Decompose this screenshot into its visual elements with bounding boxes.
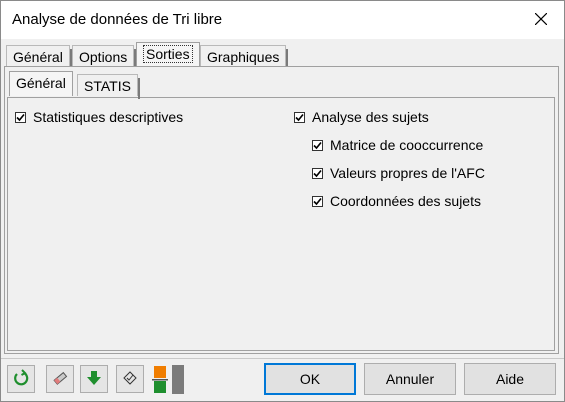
checkbox-statistiques-descriptives[interactable]: Statistiques descriptives xyxy=(15,109,183,125)
reset-icon xyxy=(12,368,30,390)
close-button[interactable] xyxy=(518,1,564,39)
ok-button[interactable]: OK xyxy=(264,363,356,395)
checkbox-label: Statistiques descriptives xyxy=(33,109,184,125)
subtab-panel xyxy=(7,97,555,351)
ok-label: OK xyxy=(299,371,321,387)
cancel-button[interactable]: Annuler xyxy=(364,363,456,395)
tab-options-label: Options xyxy=(79,49,128,65)
help-label: Aide xyxy=(495,371,525,387)
checkbox-label: Analyse des sujets xyxy=(312,109,429,125)
orange-green-toggle[interactable] xyxy=(151,364,187,395)
eraser-button[interactable] xyxy=(46,365,74,393)
checkbox-matrice-cooccurrence[interactable]: Matrice de cooccurrence xyxy=(312,137,483,153)
checkbox-label: Valeurs propres de l'AFC xyxy=(330,165,485,181)
tab-graphiques[interactable]: Graphiques xyxy=(200,45,289,70)
window-title: Analyse de données de Tri libre xyxy=(12,11,223,28)
download-button[interactable] xyxy=(80,365,108,393)
checkbox-label: Coordonnées des sujets xyxy=(330,193,481,209)
close-icon xyxy=(534,12,548,28)
cancel-label: Annuler xyxy=(385,371,435,387)
tab-graphiques-label: Graphiques xyxy=(207,49,280,65)
help-button[interactable]: Aide xyxy=(464,363,556,395)
checkbox-box[interactable] xyxy=(312,167,323,179)
subtab-general-label: Général xyxy=(16,75,66,91)
checkbox-box[interactable] xyxy=(312,195,323,207)
orange-green-toggle-icon xyxy=(151,365,187,398)
checkbox-box[interactable] xyxy=(312,139,323,151)
subtab-general[interactable]: Général xyxy=(9,71,73,96)
download-arrow-icon xyxy=(85,369,103,390)
title-bar: Analyse de données de Tri libre xyxy=(1,1,564,39)
tab-sorties[interactable]: Sorties xyxy=(136,42,200,67)
checkbox-label: Matrice de cooccurrence xyxy=(330,137,484,153)
checkbox-coordonnees-sujets[interactable]: Coordonnées des sujets xyxy=(312,193,481,209)
deselect-icon xyxy=(121,369,139,390)
tab-general-label: Général xyxy=(13,49,63,65)
checkbox-valeurs-propres-afc[interactable]: Valeurs propres de l'AFC xyxy=(312,165,485,181)
subtab-statis-label: STATIS xyxy=(84,78,131,94)
tab-sorties-label: Sorties xyxy=(143,45,193,63)
tab-options[interactable]: Options xyxy=(72,45,137,70)
checkbox-box[interactable] xyxy=(15,111,26,123)
dialog-window: Analyse de données de Tri libre Général … xyxy=(0,0,565,402)
deselect-button[interactable] xyxy=(116,365,144,393)
checkbox-box[interactable] xyxy=(294,111,305,123)
subtab-statis[interactable]: STATIS xyxy=(77,74,140,99)
tab-general[interactable]: Général xyxy=(6,45,72,70)
checkbox-analyse-des-sujets[interactable]: Analyse des sujets xyxy=(294,109,429,125)
eraser-icon xyxy=(51,369,69,390)
reset-button[interactable] xyxy=(7,365,35,393)
bottom-separator xyxy=(1,358,564,359)
